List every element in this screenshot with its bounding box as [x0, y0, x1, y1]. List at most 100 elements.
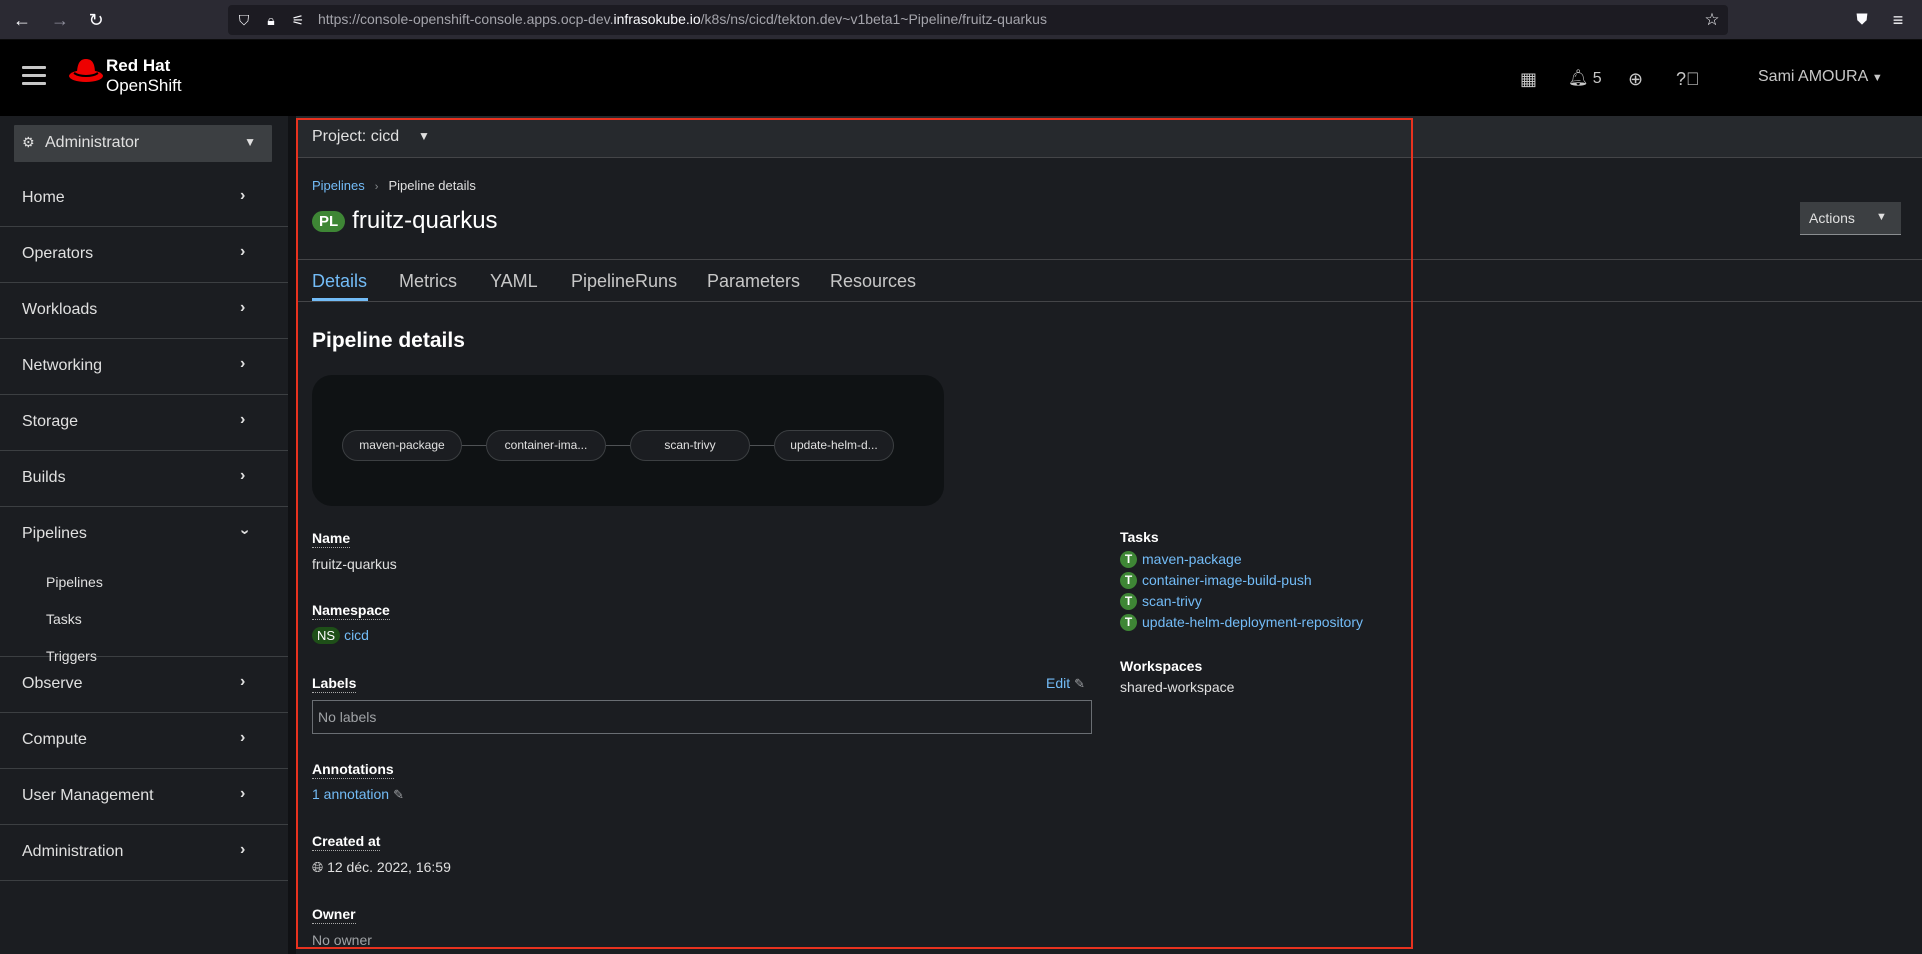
graph-edge — [606, 445, 630, 446]
owner-label: Owner — [312, 906, 356, 924]
sidebar-item-pipelines: Pipelines › Pipelines Tasks Triggers — [0, 507, 288, 664]
annotations-link[interactable]: 1 annotation — [312, 786, 389, 802]
task-badge: T — [1120, 592, 1137, 610]
namespace-label: Namespace — [312, 602, 390, 620]
notifications-count: 5 — [1592, 70, 1602, 87]
no-labels-text: No labels — [318, 709, 377, 725]
namespace-badge: NS — [312, 627, 341, 644]
shield-icon[interactable]: ⛉ — [234, 9, 254, 31]
task-item: Tmaven-package — [1120, 549, 1242, 569]
chevron-right-icon: › — [240, 299, 246, 316]
bookmark-star-icon[interactable]: ☆ — [1702, 9, 1722, 31]
actions-dropdown-button[interactable]: Actions ▼ — [1800, 202, 1901, 235]
created-at-value: 🌐︎ 12 déc. 2022, 16:59 — [312, 859, 451, 875]
app-launcher-grid-icon[interactable]: ▦ — [1520, 68, 1537, 90]
breadcrumb-current: Pipeline details — [388, 178, 476, 193]
pipeline-graph: maven-package container-ima... scan-triv… — [312, 375, 944, 506]
tab-metrics[interactable]: Metrics — [399, 271, 457, 292]
name-value: fruitz-quarkus — [312, 556, 397, 572]
sidebar-item-administration[interactable]: Administration › — [0, 825, 288, 881]
annotations-label: Annotations — [312, 761, 394, 779]
task-item: Tcontainer-image-build-push — [1120, 570, 1312, 590]
caret-down-icon[interactable]: ▼ — [418, 129, 430, 143]
url-bar[interactable]: ⛉ 🔒︎ ⚟ https://console-openshift-console… — [228, 5, 1728, 35]
project-selector[interactable]: Project: cicd — [312, 128, 399, 146]
task-link[interactable]: maven-package — [1142, 551, 1242, 567]
workspaces-value: shared-workspace — [1120, 679, 1235, 695]
hamburger-menu-icon[interactable] — [22, 66, 46, 86]
caret-down-icon: ▼ — [244, 135, 256, 149]
tab-details[interactable]: Details — [312, 271, 367, 292]
help-question-icon[interactable]: ?⃝ — [1676, 68, 1700, 90]
sidebar-item-compute[interactable]: Compute › — [0, 713, 288, 769]
name-label: Name — [312, 530, 351, 548]
breadcrumb-pipelines-link[interactable]: Pipelines — [312, 178, 365, 193]
sidebar-item-user-management[interactable]: User Management › — [0, 769, 288, 825]
tab-yaml[interactable]: YAML — [490, 271, 538, 292]
back-icon[interactable]: ← — [10, 8, 34, 32]
graph-node-maven-package[interactable]: maven-package — [342, 430, 462, 461]
pipeline-resource-badge: PL — [312, 210, 346, 232]
edit-labels-link[interactable]: Edit ✎ — [1046, 675, 1085, 692]
task-item: Tscan-trivy — [1120, 591, 1202, 611]
namespace-link[interactable]: cicd — [344, 627, 369, 643]
project-bar: Project: cicd ▼ — [296, 116, 1922, 158]
user-menu-dropdown[interactable]: Sami AMOURA ▼ — [1758, 68, 1883, 86]
owner-value: No owner — [312, 932, 372, 948]
user-name: Sami AMOURA — [1758, 68, 1868, 85]
redhat-hat-icon — [69, 59, 103, 82]
app-menu-icon[interactable]: ≡ — [1886, 8, 1910, 32]
page-title: fruitz-quarkus — [352, 207, 498, 234]
caret-down-icon: ▼ — [1876, 211, 1887, 223]
graph-node-container-image[interactable]: container-ima... — [486, 430, 606, 461]
chevron-right-icon: › — [240, 673, 246, 690]
pencil-icon[interactable]: ✎ — [393, 787, 404, 802]
task-badge: T — [1120, 571, 1137, 589]
graph-node-update-helm[interactable]: update-helm-d... — [774, 430, 894, 461]
task-badge: T — [1120, 550, 1137, 568]
url-text[interactable]: https://console-openshift-console.apps.o… — [318, 11, 1047, 27]
chevron-right-icon: › — [240, 187, 246, 204]
sidebar-subitem-tasks[interactable]: Tasks — [46, 611, 82, 627]
graph-node-scan-trivy[interactable]: scan-trivy — [630, 430, 750, 461]
reload-icon[interactable]: ↻ — [84, 8, 108, 32]
chevron-right-icon: › — [240, 467, 246, 484]
sidebar-divider — [288, 116, 296, 954]
chevron-down-icon[interactable]: › — [236, 529, 254, 534]
sidebar-item-home[interactable]: Home › — [0, 171, 288, 227]
tab-parameters[interactable]: Parameters — [707, 271, 800, 292]
task-badge: T — [1120, 613, 1137, 631]
perspective-switcher[interactable]: ⚙ Administrator ▼ — [14, 125, 272, 162]
sidebar-item-networking[interactable]: Networking › — [0, 339, 288, 395]
sidebar-item-builds[interactable]: Builds › — [0, 451, 288, 507]
redhat-openshift-logo[interactable]: Red Hat OpenShift — [68, 54, 198, 100]
lock-icon[interactable]: 🔒︎ — [261, 9, 281, 31]
sidebar-item-pipelines-toggle[interactable]: Pipelines — [22, 525, 87, 543]
sidebar-item-storage[interactable]: Storage › — [0, 395, 288, 451]
tab-pipelineruns[interactable]: PipelineRuns — [571, 271, 677, 292]
quick-create-plus-icon[interactable]: ⊕ — [1628, 68, 1643, 90]
labels-label: Labels — [312, 675, 357, 693]
tab-resources[interactable]: Resources — [830, 271, 916, 292]
tasks-label: Tasks — [1120, 529, 1159, 545]
gears-icon: ⚙ — [22, 134, 35, 150]
task-link[interactable]: container-image-build-push — [1142, 572, 1312, 588]
task-item: Tupdate-helm-deployment-repository — [1120, 612, 1363, 632]
tab-bar: Details Metrics YAML PipelineRuns Parame… — [296, 260, 1922, 302]
sidebar-subitem-pipelines[interactable]: Pipelines — [46, 574, 103, 590]
pocket-icon[interactable]: ⛊ — [1850, 8, 1874, 32]
annotations-value: 1 annotation ✎ — [312, 786, 404, 803]
sidebar-item-observe[interactable]: Observe › — [0, 657, 288, 713]
pencil-icon: ✎ — [1074, 676, 1086, 691]
task-link[interactable]: scan-trivy — [1142, 593, 1202, 609]
globe-icon: 🌐︎ — [312, 859, 324, 875]
task-link[interactable]: update-helm-deployment-repository — [1142, 614, 1363, 630]
sidebar-item-operators[interactable]: Operators › — [0, 227, 288, 283]
created-at-label: Created at — [312, 833, 381, 851]
forward-icon[interactable]: → — [48, 8, 72, 32]
notifications-bell-icon[interactable]: 🔔︎ 5 — [1568, 68, 1602, 90]
chevron-right-icon: › — [240, 355, 246, 372]
permissions-icon[interactable]: ⚟ — [288, 9, 308, 31]
sidebar-item-workloads[interactable]: Workloads › — [0, 283, 288, 339]
masthead: Red Hat OpenShift ▦ 🔔︎ 5 ⊕ ?⃝ Sami AMOUR… — [0, 40, 1922, 116]
